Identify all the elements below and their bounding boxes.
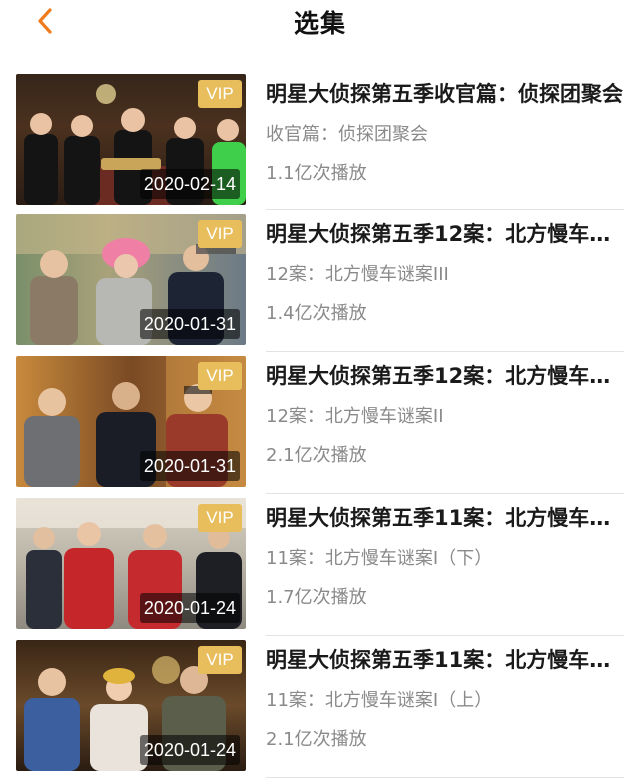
episode-subtitle: 11案：北方慢车谜案I（上） [266, 690, 493, 711]
top-bar: 选集 [0, 0, 640, 46]
air-date-badge: 2020-01-31 [139, 451, 240, 481]
air-date-badge: 2020-01-31 [139, 309, 240, 339]
vip-badge: VIP [198, 362, 242, 390]
episode-thumbnail: VIP 2020-01-31 [16, 214, 246, 345]
episode-item[interactable]: VIP 2020-01-24 明星大侦探第五季11案：北方慢车谜案I（上） 11… [0, 636, 640, 778]
episode-subtitle: 12案：北方慢车谜案III [266, 264, 449, 285]
episode-thumbnail: VIP 2020-01-24 [16, 498, 246, 629]
vip-badge: VIP [198, 80, 242, 108]
page-title: 选集 [293, 9, 346, 38]
episode-item[interactable]: VIP 2020-01-31 明星大侦探第五季12案：北方慢车谜案III 12案… [0, 210, 640, 352]
play-count: 2.1亿次播放 [266, 445, 367, 466]
air-date-badge: 2020-02-14 [139, 169, 240, 199]
play-count: 1.4亿次播放 [266, 303, 367, 324]
vip-badge: VIP [198, 504, 242, 532]
air-date-badge: 2020-01-24 [139, 593, 240, 623]
play-count: 2.1亿次播放 [266, 729, 367, 750]
episode-thumbnail: VIP 2020-01-31 [16, 356, 246, 487]
vip-badge: VIP [198, 220, 242, 248]
episode-title: 明星大侦探第五季11案：北方慢车谜案I（上） [266, 648, 626, 672]
episode-subtitle: 11案：北方慢车谜案I（下） [266, 548, 493, 569]
episode-item[interactable]: VIP 2020-02-14 明星大侦探第五季收官篇：侦探团聚会 收官篇：侦探团… [0, 70, 640, 210]
episode-list: VIP 2020-02-14 明星大侦探第五季收官篇：侦探团聚会 收官篇：侦探团… [0, 70, 640, 778]
episode-subtitle: 收官篇：侦探团聚会 [266, 124, 428, 145]
episode-item[interactable]: VIP 2020-01-24 明星大侦探第五季11案：北方慢车谜案I（下） 11… [0, 494, 640, 636]
episode-title: 明星大侦探第五季11案：北方慢车谜案I（下） [266, 506, 626, 530]
episode-title: 明星大侦探第五季12案：北方慢车谜案III [266, 222, 626, 246]
play-count: 1.7亿次播放 [266, 587, 367, 608]
divider [266, 777, 624, 778]
episode-title: 明星大侦探第五季收官篇：侦探团聚会 [266, 82, 623, 106]
air-date-badge: 2020-01-24 [139, 735, 240, 765]
episode-subtitle: 12案：北方慢车谜案II [266, 406, 444, 427]
episode-item[interactable]: VIP 2020-01-31 明星大侦探第五季12案：北方慢车谜案II 12案：… [0, 352, 640, 494]
vip-badge: VIP [198, 646, 242, 674]
play-count: 1.1亿次播放 [266, 163, 367, 184]
episode-title: 明星大侦探第五季12案：北方慢车谜案II [266, 364, 626, 388]
episode-thumbnail: VIP 2020-01-24 [16, 640, 246, 771]
episode-thumbnail: VIP 2020-02-14 [16, 74, 246, 205]
